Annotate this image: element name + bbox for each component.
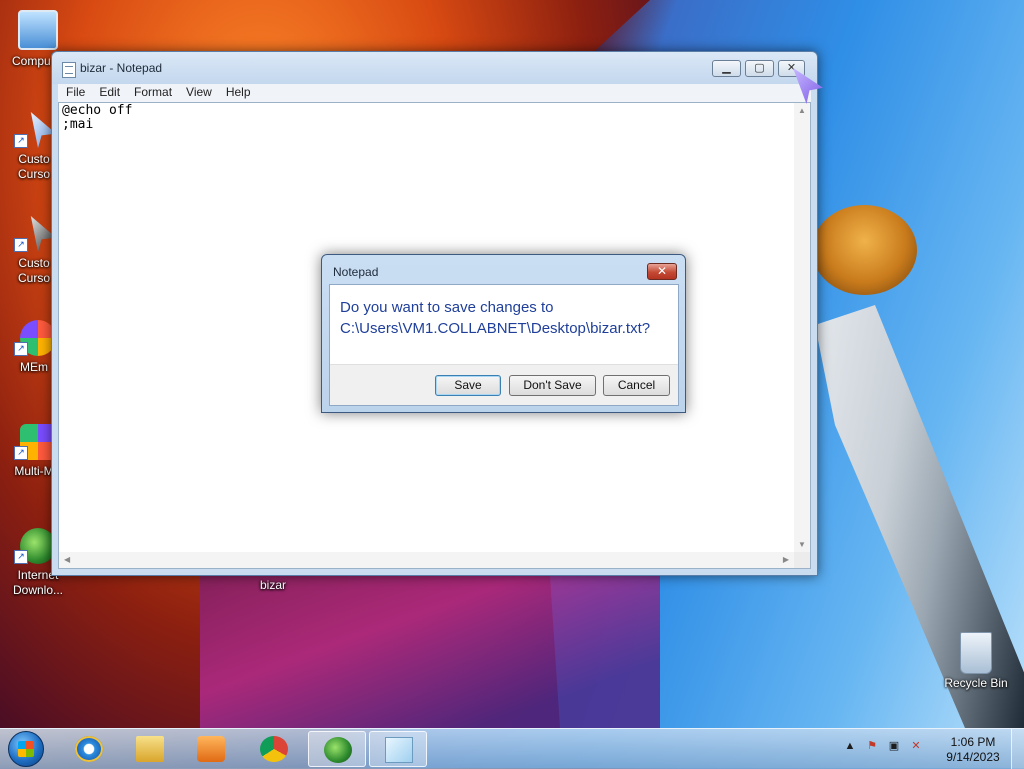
clock-date: 9/14/2023 xyxy=(946,750,1000,764)
vertical-scrollbar[interactable]: ▲ ▼ xyxy=(794,103,810,552)
system-clock[interactable]: 1:06 PM 9/14/2023 xyxy=(940,735,1006,765)
scroll-right-icon[interactable]: ▶ xyxy=(783,555,789,564)
dont-save-button[interactable]: Don't Save xyxy=(509,375,596,396)
taskbar-idm[interactable] xyxy=(308,731,366,767)
resize-grip[interactable] xyxy=(794,552,810,568)
windows-logo-icon xyxy=(18,741,34,757)
shortcut-arrow-icon: ↗ xyxy=(14,134,28,148)
taskbar-media-player[interactable] xyxy=(182,731,240,767)
shortcut-arrow-icon: ↗ xyxy=(14,550,28,564)
cancel-button[interactable]: Cancel xyxy=(603,375,670,396)
desktop-icon-label: Recycle Bin xyxy=(944,676,1008,690)
media-player-icon xyxy=(197,736,225,762)
editor-line-1: @echo off xyxy=(62,103,133,118)
chrome-icon xyxy=(260,736,288,762)
scroll-left-icon[interactable]: ◀ xyxy=(64,555,70,564)
clock-time: 1:06 PM xyxy=(950,735,996,749)
menu-file[interactable]: File xyxy=(58,84,91,99)
desktop-icon-bizar[interactable]: bizar xyxy=(235,578,311,593)
action-center-icon[interactable]: ⚑ xyxy=(864,739,880,755)
dialog-message-line-1: Do you want to save changes to xyxy=(340,299,554,316)
taskbar-file-explorer[interactable] xyxy=(121,731,179,767)
taskbar-notepad[interactable] xyxy=(369,731,427,767)
show-desktop-button[interactable] xyxy=(1011,729,1024,769)
computer-icon xyxy=(18,10,58,50)
maximize-icon: ▢ xyxy=(754,62,765,74)
wallpaper-tower-top xyxy=(812,205,917,295)
notepad-icon xyxy=(385,737,413,763)
horizontal-scrollbar[interactable]: ◀ ▶ xyxy=(59,552,794,568)
idm-icon xyxy=(324,737,352,763)
editor-content: @echo off ;mai xyxy=(62,104,132,132)
menu-help[interactable]: Help xyxy=(218,84,257,99)
editor-line-2: ;mai xyxy=(62,117,94,132)
dialog-message: Do you want to save changes to C:\Users\… xyxy=(340,297,670,339)
shortcut-arrow-icon: ↗ xyxy=(14,238,28,252)
taskbar-internet-explorer[interactable] xyxy=(60,731,118,767)
shortcut-arrow-icon: ↗ xyxy=(14,342,28,356)
show-hidden-icons-icon[interactable]: ▲ xyxy=(842,740,858,756)
menu-view[interactable]: View xyxy=(178,84,218,99)
minimize-icon: ▁ xyxy=(722,62,731,74)
taskbar: ▲ ⚑ ▣ ✕ 1:06 PM 9/14/2023 xyxy=(0,728,1024,769)
shortcut-arrow-icon: ↗ xyxy=(14,446,28,460)
recycle-bin-icon xyxy=(960,632,992,674)
menu-format[interactable]: Format xyxy=(126,84,178,99)
network-icon[interactable]: ▣ xyxy=(886,739,902,755)
desktop-icon-label: bizar xyxy=(259,578,286,592)
start-button[interactable] xyxy=(8,731,44,767)
menu-bar: File Edit Format View Help xyxy=(58,84,811,102)
save-changes-dialog: Notepad ✕ Do you want to save changes to… xyxy=(321,254,686,413)
dialog-close-button[interactable]: ✕ xyxy=(647,263,677,280)
notepad-icon xyxy=(62,62,76,78)
taskbar-chrome[interactable] xyxy=(245,731,303,767)
desktop-icon-recycle-bin[interactable]: Recycle Bin xyxy=(938,632,1014,691)
internet-explorer-icon xyxy=(75,736,103,762)
window-title: bizar - Notepad xyxy=(80,61,163,75)
close-icon: ✕ xyxy=(656,264,668,278)
dialog-body: Do you want to save changes to C:\Users\… xyxy=(329,284,679,406)
save-button[interactable]: Save xyxy=(435,375,501,396)
minimize-button[interactable]: ▁ xyxy=(712,60,741,77)
file-explorer-icon xyxy=(136,736,164,762)
dialog-button-row: Save Don't Save Cancel xyxy=(330,364,678,405)
scroll-up-icon[interactable]: ▲ xyxy=(798,106,806,115)
dialog-title: Notepad xyxy=(333,265,379,279)
menu-edit[interactable]: Edit xyxy=(91,84,126,99)
scroll-down-icon[interactable]: ▼ xyxy=(798,540,806,549)
maximize-button[interactable]: ▢ xyxy=(745,60,774,77)
system-tray: ▲ ⚑ ▣ ✕ xyxy=(842,739,930,756)
notepad-titlebar[interactable]: bizar - Notepad ▁ ▢ ✕ xyxy=(52,52,817,84)
volume-muted-icon[interactable]: ✕ xyxy=(908,739,924,755)
dialog-message-line-2: C:\Users\VM1.COLLABNET\Desktop\bizar.txt… xyxy=(340,320,651,337)
